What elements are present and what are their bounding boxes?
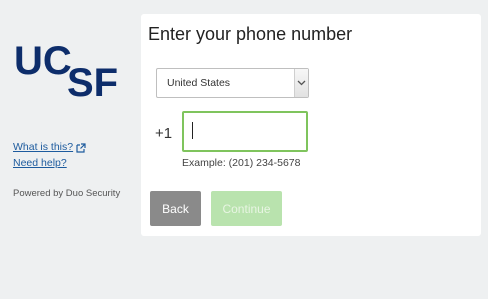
powered-by-text: Powered by Duo Security	[13, 188, 121, 199]
phone-number-input[interactable]	[182, 111, 308, 152]
enrollment-card: Enter your phone number United States +1…	[141, 14, 481, 236]
svg-text:UC: UC	[14, 39, 72, 83]
what-is-this-link[interactable]: What is this?	[13, 139, 86, 155]
chevron-down-icon[interactable]	[294, 69, 308, 97]
need-help-link[interactable]: Need help?	[13, 155, 86, 171]
continue-button[interactable]: Continue	[211, 191, 282, 226]
country-select-value: United States	[167, 77, 231, 89]
svg-text:SF: SF	[67, 61, 118, 102]
ucsf-logo: UC SF	[14, 36, 124, 105]
help-links: What is this? Need help?	[13, 139, 86, 171]
back-button[interactable]: Back	[150, 191, 201, 226]
country-select[interactable]: United States	[156, 68, 309, 98]
phone-example-hint: Example: (201) 234-5678	[182, 157, 301, 169]
country-dial-code: +1	[155, 125, 173, 142]
text-cursor	[192, 122, 193, 139]
page-title: Enter your phone number	[148, 24, 353, 44]
what-is-this-label[interactable]: What is this?	[13, 139, 73, 155]
external-link-icon	[76, 142, 86, 153]
need-help-label[interactable]: Need help?	[13, 155, 67, 171]
sidebar: UC SF What is this? Need help? Powered b…	[0, 0, 138, 299]
